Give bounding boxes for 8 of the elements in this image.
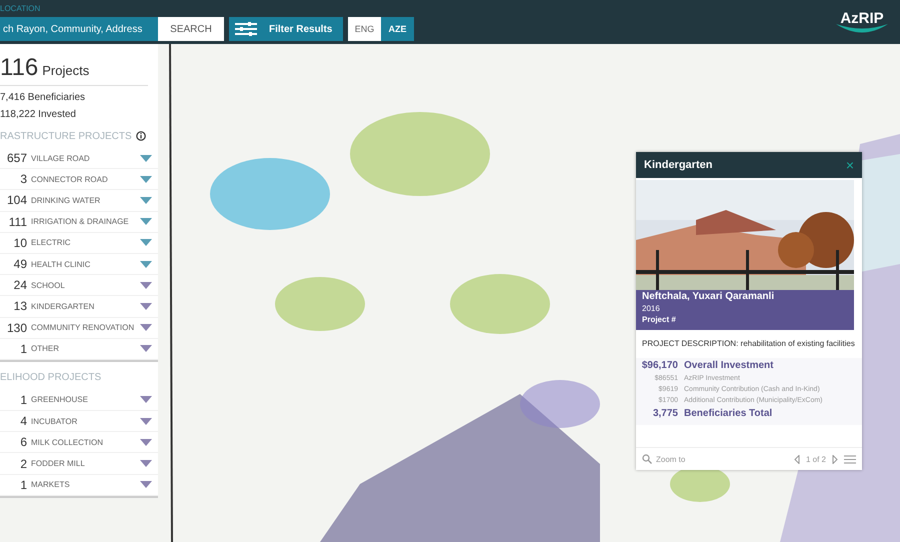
search-button[interactable]: SEARCH <box>158 17 224 41</box>
logo: AzRIP <box>834 0 890 44</box>
section-label: LOCATION <box>0 4 42 15</box>
language-tab[interactable]: AZE <box>381 17 414 41</box>
language-tab[interactable]: ENG <box>348 17 381 41</box>
filter-button[interactable]: Filter Results <box>229 17 343 41</box>
sliders-icon <box>235 22 257 36</box>
search-field[interactable]: ch Rayon, Community, Address <box>0 17 158 41</box>
